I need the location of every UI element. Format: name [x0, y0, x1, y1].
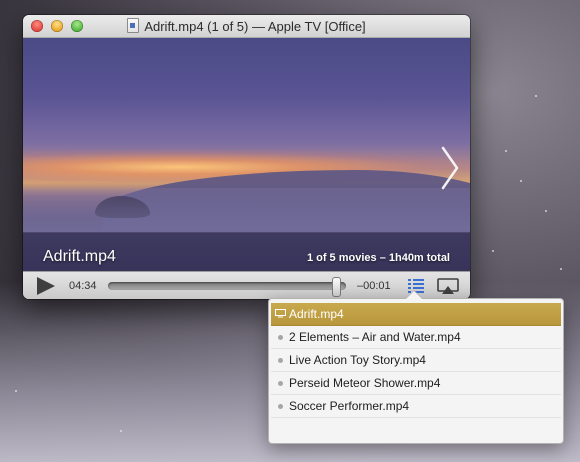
- remaining-time: –00:01: [357, 280, 391, 292]
- bullet-icon: [278, 381, 283, 386]
- star-dot: [15, 390, 17, 392]
- video-frame-fog: [23, 188, 470, 232]
- bullet-icon: [278, 358, 283, 363]
- transport-controls: 04:34 –00:01: [23, 271, 470, 299]
- playlist-item[interactable]: Soccer Performer.mp4: [271, 395, 561, 418]
- scrubber-handle[interactable]: [332, 277, 341, 297]
- airplay-icon[interactable]: [437, 278, 459, 295]
- popover-arrow: [405, 290, 423, 299]
- star-dot: [492, 250, 494, 252]
- playlist-item-label: 2 Elements – Air and Water.mp4: [289, 330, 461, 344]
- progress-scrubber[interactable]: [108, 277, 346, 297]
- elapsed-time: 04:34: [69, 280, 97, 292]
- screen-icon: [275, 309, 286, 318]
- star-dot: [535, 95, 537, 97]
- playlist-summary: 1 of 5 movies – 1h40m total: [306, 252, 450, 264]
- window-title: Adrift.mp4 (1 of 5) — Apple TV [Office]: [144, 19, 366, 34]
- playlist-item-label: Soccer Performer.mp4: [289, 399, 410, 413]
- star-dot: [560, 268, 562, 270]
- playlist-item-active[interactable]: Adrift.mp4: [271, 303, 561, 326]
- playlist-item[interactable]: Live Action Toy Story.mp4: [271, 349, 561, 372]
- bullet-icon: [278, 404, 283, 409]
- playlist-item[interactable]: Perseid Meteor Shower.mp4: [271, 372, 561, 395]
- video-view[interactable]: Adrift.mp4 1 of 5 movies – 1h40m total: [23, 38, 470, 271]
- playlist-popover: Adrift.mp4 2 Elements – Air and Water.mp…: [268, 290, 564, 444]
- playlist-item[interactable]: 2 Elements – Air and Water.mp4: [271, 326, 561, 349]
- document-icon[interactable]: [127, 18, 140, 33]
- playlist-item-label: Adrift.mp4: [289, 307, 344, 321]
- title-bar[interactable]: Adrift.mp4 (1 of 5) — Apple TV [Office]: [23, 15, 470, 38]
- star-dot: [545, 210, 547, 212]
- video-title: Adrift.mp4: [43, 248, 116, 265]
- chevron-right-icon[interactable]: [440, 146, 460, 190]
- playlist-item-label: Live Action Toy Story.mp4: [289, 353, 426, 367]
- bullet-icon: [278, 335, 283, 340]
- play-icon[interactable]: [35, 276, 57, 296]
- player-window: Adrift.mp4 (1 of 5) — Apple TV [Office] …: [23, 15, 470, 299]
- playlist-item-label: Perseid Meteor Shower.mp4: [289, 376, 441, 390]
- window-title-area: Adrift.mp4 (1 of 5) — Apple TV [Office]: [23, 18, 470, 34]
- playlist-list: Adrift.mp4 2 Elements – Air and Water.mp…: [269, 299, 563, 418]
- star-dot: [520, 180, 522, 182]
- star-dot: [120, 430, 122, 432]
- star-dot: [505, 150, 507, 152]
